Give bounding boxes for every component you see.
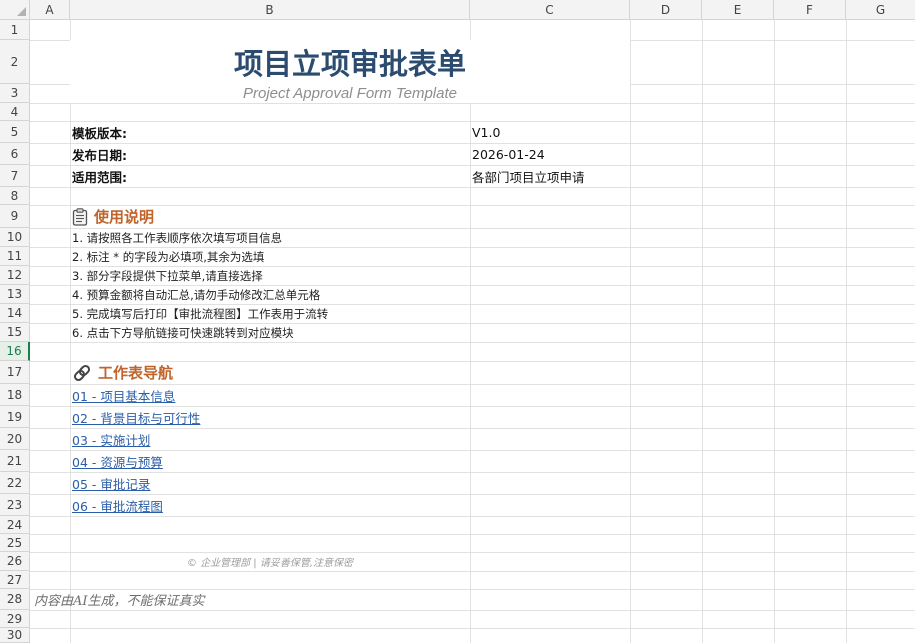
grid-line bbox=[0, 103, 915, 104]
navigation-heading[interactable]: 工作表导航 bbox=[72, 361, 468, 384]
scope-value[interactable]: 各部门项目立项申请 bbox=[472, 165, 628, 187]
grid-line bbox=[0, 571, 915, 572]
column-header-d[interactable]: D bbox=[630, 0, 702, 20]
template-version-label[interactable]: 模板版本: bbox=[72, 121, 468, 143]
nav-link-plan[interactable]: 03 - 实施计划 bbox=[72, 428, 468, 450]
ai-disclaimer: 内容由AI生成，不能保证真实 bbox=[34, 594, 205, 609]
instruction-item[interactable]: 4. 预算金额将自动汇总,请勿手动修改汇总单元格 bbox=[72, 285, 468, 304]
row-header[interactable]: 6 bbox=[0, 143, 30, 165]
row-header[interactable]: 23 bbox=[0, 494, 30, 516]
grid-line bbox=[846, 0, 847, 643]
instruction-item[interactable]: 1. 请按照各工作表顺序依次填写项目信息 bbox=[72, 228, 468, 247]
column-header-g[interactable]: G bbox=[846, 0, 915, 20]
row-header[interactable]: 21 bbox=[0, 450, 30, 472]
row-header[interactable]: 1 bbox=[0, 20, 30, 40]
nav-link-budget[interactable]: 04 - 资源与预算 bbox=[72, 450, 468, 472]
release-date-label[interactable]: 发布日期: bbox=[72, 143, 468, 165]
instruction-item[interactable]: 5. 完成填写后打印【审批流程图】工作表用于流转 bbox=[72, 304, 468, 323]
row-header[interactable]: 11 bbox=[0, 247, 30, 266]
grid-line bbox=[0, 187, 915, 188]
release-date-value[interactable]: 2026-01-24 bbox=[472, 143, 628, 165]
nav-link-background[interactable]: 02 - 背景目标与可行性 bbox=[72, 406, 468, 428]
column-header-b[interactable]: B bbox=[70, 0, 470, 20]
row-header[interactable]: 5 bbox=[0, 121, 30, 143]
spreadsheet[interactable]: A B C D E F G 1 2 3 4 5 6 7 8 9 10 11 12… bbox=[0, 0, 915, 643]
row-header[interactable]: 26 bbox=[0, 552, 30, 571]
template-version-value[interactable]: V1.0 bbox=[472, 121, 628, 143]
row-header[interactable]: 13 bbox=[0, 285, 30, 304]
row-header[interactable]: 4 bbox=[0, 103, 30, 121]
instruction-item[interactable]: 2. 标注 * 的字段为必填项,其余为选填 bbox=[72, 247, 468, 266]
row-header[interactable]: 29 bbox=[0, 610, 30, 628]
row-header[interactable]: 8 bbox=[0, 187, 30, 205]
row-header[interactable]: 7 bbox=[0, 165, 30, 187]
grid-line bbox=[774, 0, 775, 643]
grid-line bbox=[630, 0, 631, 643]
instructions-heading[interactable]: 使用说明 bbox=[72, 205, 468, 228]
row-header[interactable]: 15 bbox=[0, 323, 30, 342]
scope-label[interactable]: 适用范围: bbox=[72, 165, 468, 187]
row-header-active[interactable]: 16 bbox=[0, 342, 30, 361]
row-header[interactable]: 12 bbox=[0, 266, 30, 285]
row-header[interactable]: 27 bbox=[0, 571, 30, 589]
row-header[interactable]: 22 bbox=[0, 472, 30, 494]
row-header[interactable]: 2 bbox=[0, 40, 30, 84]
clipboard-icon bbox=[72, 207, 88, 226]
row-header[interactable]: 24 bbox=[0, 516, 30, 534]
instructions-heading-text: 使用说明 bbox=[94, 208, 155, 226]
grid-line bbox=[702, 0, 703, 643]
navigation-heading-text: 工作表导航 bbox=[98, 364, 174, 382]
footer-copyright[interactable]: © 企业管理部 | 请妥善保管,注意保密 bbox=[70, 552, 470, 571]
row-header[interactable]: 28 bbox=[0, 589, 30, 610]
grid-line bbox=[0, 610, 915, 611]
column-header-e[interactable]: E bbox=[702, 0, 774, 20]
row-header[interactable]: 30 bbox=[0, 628, 30, 643]
row-header[interactable]: 25 bbox=[0, 534, 30, 552]
column-header-c[interactable]: C bbox=[470, 0, 630, 20]
form-subtitle[interactable]: Project Approval Form Template bbox=[70, 84, 630, 103]
instruction-item[interactable]: 3. 部分字段提供下拉菜单,请直接选择 bbox=[72, 266, 468, 285]
grid-line bbox=[0, 534, 915, 535]
nav-link-basic-info[interactable]: 01 - 项目基本信息 bbox=[72, 384, 468, 406]
row-header[interactable]: 20 bbox=[0, 428, 30, 450]
grid-line bbox=[0, 516, 915, 517]
row-header[interactable]: 18 bbox=[0, 384, 30, 406]
grid-line bbox=[0, 342, 915, 343]
column-header-a[interactable]: A bbox=[30, 0, 70, 20]
row-header[interactable]: 9 bbox=[0, 205, 30, 228]
nav-link-flowchart[interactable]: 06 - 审批流程图 bbox=[72, 494, 468, 516]
row-header[interactable]: 19 bbox=[0, 406, 30, 428]
row-header[interactable]: 3 bbox=[0, 84, 30, 103]
form-title[interactable]: 项目立项审批表单 bbox=[70, 40, 630, 84]
link-icon bbox=[72, 363, 92, 383]
instruction-item[interactable]: 6. 点击下方导航链接可快速跳转到对应模块 bbox=[72, 323, 468, 342]
row-header[interactable]: 14 bbox=[0, 304, 30, 323]
nav-link-records[interactable]: 05 - 审批记录 bbox=[72, 472, 468, 494]
grid-line bbox=[0, 628, 915, 629]
row-header[interactable]: 17 bbox=[0, 361, 30, 384]
column-header-f[interactable]: F bbox=[774, 0, 846, 20]
select-all-triangle-icon bbox=[17, 7, 26, 16]
select-all-corner[interactable] bbox=[0, 0, 30, 20]
row-header[interactable]: 10 bbox=[0, 228, 30, 247]
